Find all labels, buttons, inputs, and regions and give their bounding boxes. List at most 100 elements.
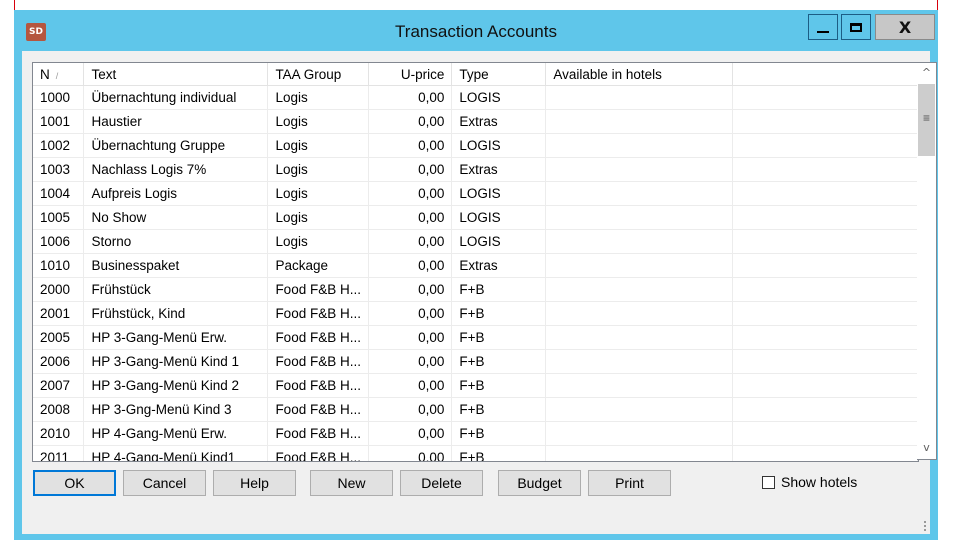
cell-u-price: 0,00 <box>368 133 453 158</box>
cell-available-in-hotels <box>545 109 734 134</box>
cell-type: F+B <box>451 349 547 374</box>
cell-text: No Show <box>83 205 269 230</box>
table-row[interactable]: 2006 HP 3-Gang-Menü Kind 1 Food F&B H... 0,… <box>33 349 918 374</box>
cell-text: HP 3-Gang-Menü Erw. <box>83 325 269 350</box>
new-button[interactable]: New <box>310 470 393 496</box>
column-header-u-price[interactable]: U-price <box>368 63 453 86</box>
column-header-filler <box>732 63 918 86</box>
window-title: Transaction Accounts <box>395 22 557 41</box>
table-row[interactable]: 2005 HP 3-Gang-Menü Erw. Food F&B H... 0,00… <box>33 325 918 350</box>
cell-filler <box>732 181 918 206</box>
cell-taa-group: Logis <box>267 109 370 134</box>
table-header-row: N / Text TAA Group U-price Type Available… <box>33 63 918 86</box>
cell-taa-group: Food F&B H... <box>267 325 370 350</box>
cell-u-price: 0,00 <box>368 445 453 461</box>
column-header-type[interactable]: Type <box>451 63 547 86</box>
cell-number: 1006 <box>33 229 85 254</box>
cell-text: HP 4-Gang-Menü Kind1 <box>83 445 269 461</box>
cell-filler <box>732 133 918 158</box>
cell-filler <box>732 277 918 302</box>
show-hotels-checkbox[interactable]: Show hotels <box>762 474 857 490</box>
show-hotels-label: Show hotels <box>781 474 858 490</box>
cell-type: Extras <box>451 109 547 134</box>
maximize-button[interactable] <box>841 14 871 40</box>
cell-number: 2010 <box>33 421 85 446</box>
cell-text: HP 3-Gang-Menü Kind 1 <box>83 349 269 374</box>
scroll-down-icon[interactable]: v <box>917 439 936 457</box>
cell-text: HP 3-Gng-Menü Kind 3 <box>83 397 269 422</box>
vertical-scrollbar[interactable]: ^ ≡ v <box>917 62 937 460</box>
cell-type: F+B <box>451 397 547 422</box>
cell-type: LOGIS <box>451 181 547 206</box>
cell-filler <box>732 301 918 326</box>
resize-grip-icon[interactable] <box>924 521 932 531</box>
cell-number: 1010 <box>33 253 85 278</box>
cell-u-price: 0,00 <box>368 85 453 110</box>
cell-number: 2006 <box>33 349 85 374</box>
accounts-grid[interactable]: N / Text TAA Group U-price Type Available… <box>32 62 919 462</box>
cell-text: Businesspaket <box>83 253 269 278</box>
table-row[interactable]: 2001 Frühstück, Kind Food F&B H... 0,00 F+B <box>33 301 918 326</box>
cell-available-in-hotels <box>545 85 734 110</box>
cell-number: 2001 <box>33 301 85 326</box>
table-row[interactable]: 1000 Übernachtung individual Logis 0,00 LOGI… <box>33 85 918 110</box>
cell-u-price: 0,00 <box>368 157 453 182</box>
cell-u-price: 0,00 <box>368 397 453 422</box>
cell-filler <box>732 325 918 350</box>
column-header-text[interactable]: Text <box>83 63 269 86</box>
column-header-number[interactable]: N / <box>33 63 85 86</box>
table-row[interactable]: 2007 HP 3-Gang-Menü Kind 2 Food F&B H... 0,… <box>33 373 918 398</box>
budget-button[interactable]: Budget <box>498 470 581 496</box>
table-row[interactable]: 1004 Aufpreis Logis Logis 0,00 LOGIS <box>33 181 918 206</box>
table-row[interactable]: 1010 Businesspaket Package 0,00 Extras <box>33 253 918 278</box>
table-row[interactable]: 1005 No Show Logis 0,00 LOGIS <box>33 205 918 230</box>
cell-u-price: 0,00 <box>368 181 453 206</box>
cell-taa-group: Food F&B H... <box>267 421 370 446</box>
cell-number: 1002 <box>33 133 85 158</box>
table-row[interactable]: 2008 HP 3-Gng-Menü Kind 3 Food F&B H... 0,0… <box>33 397 918 422</box>
help-button[interactable]: Help <box>213 470 296 496</box>
cell-text: Storno <box>83 229 269 254</box>
cell-taa-group: Food F&B H... <box>267 373 370 398</box>
scroll-up-icon[interactable]: ^ <box>917 64 936 82</box>
cell-taa-group: Logis <box>267 85 370 110</box>
column-header-taa-group[interactable]: TAA Group <box>267 63 370 86</box>
cell-number: 2008 <box>33 397 85 422</box>
delete-button[interactable]: Delete <box>400 470 483 496</box>
cell-filler <box>732 349 918 374</box>
show-hotels-checkbox-box[interactable] <box>762 475 775 489</box>
minimize-button[interactable] <box>808 14 838 40</box>
scroll-thumb[interactable]: ≡ <box>918 84 935 156</box>
table-row[interactable]: 1006 Storno Logis 0,00 LOGIS <box>33 229 918 254</box>
cell-type: Extras <box>451 157 547 182</box>
cell-filler <box>732 421 918 446</box>
ok-button[interactable]: OK <box>33 470 116 496</box>
cell-taa-group: Logis <box>267 157 370 182</box>
maximize-icon <box>850 22 862 32</box>
cell-u-price: 0,00 <box>368 373 453 398</box>
cell-number: 2007 <box>33 373 85 398</box>
table-row[interactable]: 1002 Übernachtung Gruppe Logis 0,00 LOGIS <box>33 133 918 158</box>
cancel-button[interactable]: Cancel <box>123 470 206 496</box>
cell-number: 1005 <box>33 205 85 230</box>
cell-u-price: 0,00 <box>368 229 453 254</box>
table-row[interactable]: 2000 Frühstück Food F&B H... 0,00 F+B <box>33 277 918 302</box>
cell-taa-group: Food F&B H... <box>267 445 370 461</box>
cell-text: Übernachtung Gruppe <box>83 133 269 158</box>
table-row[interactable]: 2010 HP 4-Gang-Menü Erw. Food F&B H... 0,00… <box>33 421 918 446</box>
cell-number: 2005 <box>33 325 85 350</box>
close-button[interactable]: X <box>875 14 935 40</box>
cell-u-price: 0,00 <box>368 421 453 446</box>
cell-u-price: 0,00 <box>368 325 453 350</box>
print-button[interactable]: Print <box>588 470 671 496</box>
close-icon: X <box>898 17 912 37</box>
table-row[interactable]: 1001 Haustier Logis 0,00 Extras <box>33 109 918 134</box>
cell-filler <box>732 157 918 182</box>
cell-filler <box>732 253 918 278</box>
cell-available-in-hotels <box>545 205 734 230</box>
table-row[interactable]: 2011 HP 4-Gang-Menü Kind1 Food F&B H... 0,0… <box>33 445 918 461</box>
cell-type: LOGIS <box>451 205 547 230</box>
column-header-available-in-hotels[interactable]: Available in hotels <box>545 63 734 86</box>
table-row[interactable]: 1003 Nachlass Logis 7% Logis 0,00 Extras <box>33 157 918 182</box>
cell-type: LOGIS <box>451 85 547 110</box>
